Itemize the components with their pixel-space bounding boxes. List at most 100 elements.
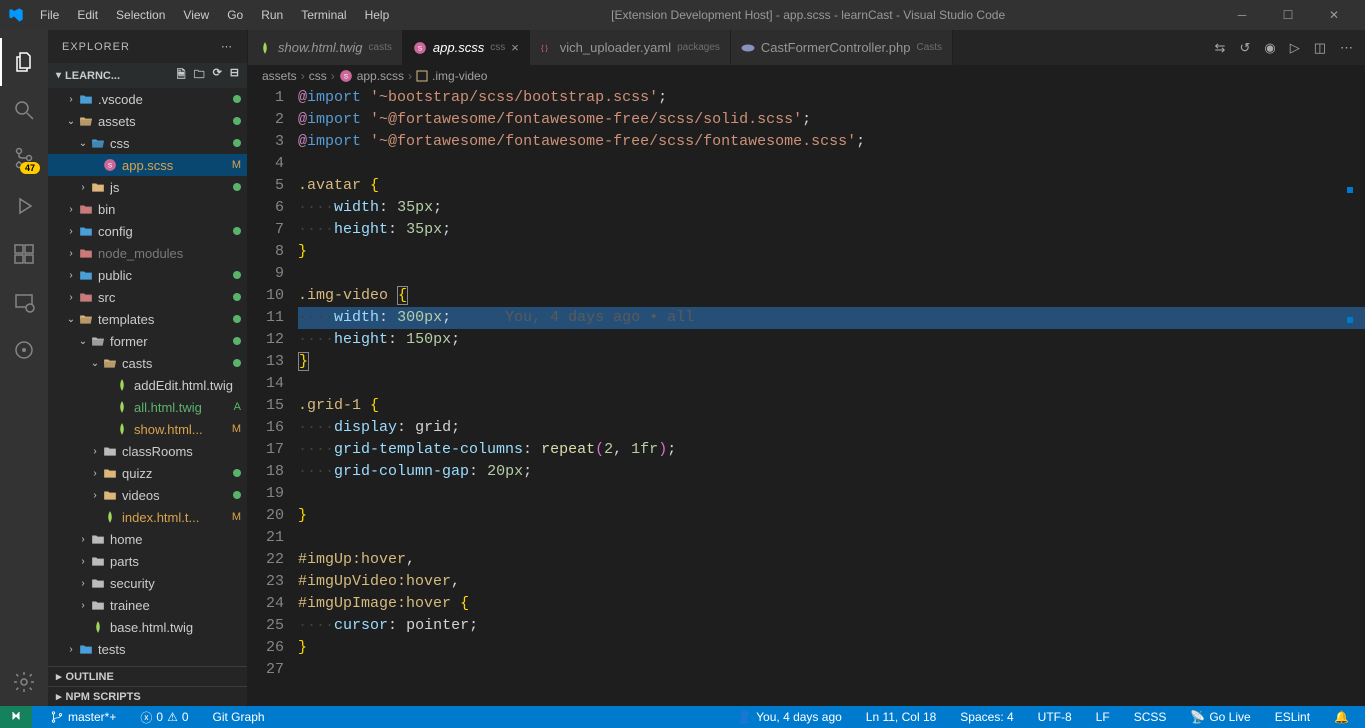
- folder-icon: [78, 312, 94, 326]
- folder-css[interactable]: ⌄css: [48, 132, 247, 154]
- activity-extensions[interactable]: [0, 230, 48, 278]
- folder--vscode[interactable]: ›.vscode: [48, 88, 247, 110]
- gitlens-icon[interactable]: ◉: [1264, 40, 1275, 56]
- sidebar-more-icon[interactable]: ⋯: [221, 40, 233, 53]
- tab-vich_uploader-yaml[interactable]: { }vich_uploader.yamlpackages: [530, 30, 731, 65]
- refresh-icon[interactable]: ⟳: [213, 66, 222, 85]
- git-dot: [233, 271, 241, 279]
- tree-label: classRooms: [122, 444, 241, 459]
- breadcrumb-app.scss[interactable]: app.scss: [357, 69, 404, 83]
- eol[interactable]: LF: [1090, 710, 1116, 724]
- tree-label: src: [98, 290, 229, 305]
- git-dot: [233, 469, 241, 477]
- folder-templates[interactable]: ⌄templates: [48, 308, 247, 330]
- folder-public[interactable]: ›public: [48, 264, 247, 286]
- file-app-scss[interactable]: Sapp.scssM: [48, 154, 247, 176]
- activity-explorer[interactable]: [0, 38, 48, 86]
- more-icon[interactable]: ⋯: [1340, 40, 1353, 56]
- encoding[interactable]: UTF-8: [1032, 710, 1078, 724]
- menu-file[interactable]: File: [32, 4, 67, 26]
- tab-app-scss[interactable]: Sapp.scsscss×: [403, 30, 530, 65]
- folder-assets[interactable]: ⌄assets: [48, 110, 247, 132]
- activity-search[interactable]: [0, 86, 48, 134]
- folder-videos[interactable]: ›videos: [48, 484, 247, 506]
- branch-name: master*+: [68, 710, 116, 724]
- blame-indicator[interactable]: 👤 You, 4 days ago: [731, 710, 848, 724]
- window-close[interactable]: ✕: [1311, 0, 1357, 30]
- npm-section[interactable]: ▸ NPM SCRIPTS: [48, 686, 247, 706]
- chevron-down-icon: ▾: [56, 70, 61, 81]
- folder-quizz[interactable]: ›quizz: [48, 462, 247, 484]
- file-index-html-t-[interactable]: index.html.t...M: [48, 506, 247, 528]
- activity-settings[interactable]: [0, 658, 48, 706]
- activity-remote[interactable]: [0, 278, 48, 326]
- menu-terminal[interactable]: Terminal: [293, 4, 354, 26]
- activity-scm[interactable]: 47: [0, 134, 48, 182]
- outline-section[interactable]: ▸ OUTLINE: [48, 666, 247, 686]
- new-folder-icon[interactable]: 🗀: [194, 66, 205, 85]
- folder-home[interactable]: ›home: [48, 528, 247, 550]
- folder-src[interactable]: ›src: [48, 286, 247, 308]
- breadcrumb[interactable]: assets›css›Sapp.scss›.img-video: [248, 65, 1365, 87]
- remote-indicator[interactable]: [0, 706, 32, 728]
- language-mode[interactable]: SCSS: [1128, 710, 1173, 724]
- tree-label: css: [110, 136, 229, 151]
- window-maximize[interactable]: ☐: [1265, 0, 1311, 30]
- project-section-header[interactable]: ▾ LEARNC... 🗎 🗀 ⟳ ⊟: [48, 63, 247, 88]
- menu-selection[interactable]: Selection: [108, 4, 173, 26]
- tab-show-html-twig[interactable]: show.html.twigcasts: [248, 30, 403, 65]
- eslint-status[interactable]: ESLint: [1269, 710, 1316, 724]
- chevron-right-icon: ›: [64, 204, 78, 215]
- notifications-icon[interactable]: 🔔: [1328, 710, 1355, 724]
- activity-bar: 47: [0, 30, 48, 706]
- file-all-html-twig[interactable]: all.html.twigA: [48, 396, 247, 418]
- folder-icon: [78, 642, 94, 656]
- go-live[interactable]: 📡 Go Live: [1184, 710, 1256, 724]
- menu-go[interactable]: Go: [219, 4, 251, 26]
- compare-icon[interactable]: ⇆: [1215, 40, 1226, 56]
- split-icon[interactable]: ◫: [1314, 40, 1326, 56]
- folder-trainee[interactable]: ›trainee: [48, 594, 247, 616]
- tab-CastFormerController-php[interactable]: CastFormerController.phpCasts: [731, 30, 953, 65]
- cursor-position[interactable]: Ln 11, Col 18: [860, 710, 943, 724]
- folder-node_modules[interactable]: ›node_modules: [48, 242, 247, 264]
- folder-js[interactable]: ›js: [48, 176, 247, 198]
- svg-text:{ }: { }: [541, 45, 548, 52]
- git-graph-button[interactable]: Git Graph: [207, 710, 271, 724]
- breadcrumb-.img-video[interactable]: .img-video: [432, 69, 487, 83]
- menu-help[interactable]: Help: [357, 4, 398, 26]
- error-icon: ⓧ: [140, 709, 152, 726]
- breadcrumb-assets[interactable]: assets: [262, 69, 297, 83]
- folder-config[interactable]: ›config: [48, 220, 247, 242]
- menu-view[interactable]: View: [175, 4, 217, 26]
- activity-debug[interactable]: [0, 182, 48, 230]
- folder-parts[interactable]: ›parts: [48, 550, 247, 572]
- close-icon[interactable]: ×: [511, 40, 519, 55]
- branch-indicator[interactable]: master*+: [44, 710, 122, 724]
- menu-edit[interactable]: Edit: [69, 4, 106, 26]
- new-file-icon[interactable]: 🗎: [177, 66, 186, 85]
- history-icon[interactable]: ↺: [1239, 40, 1250, 56]
- folder-security[interactable]: ›security: [48, 572, 247, 594]
- folder-tests[interactable]: ›tests: [48, 638, 247, 660]
- code-area[interactable]: @import '~bootstrap/scss/bootstrap.scss'…: [298, 87, 1365, 706]
- folder-bin[interactable]: › bin: [48, 198, 247, 220]
- tree-label: bin: [98, 202, 241, 217]
- folder-casts[interactable]: ⌄casts: [48, 352, 247, 374]
- files-icon: [13, 50, 37, 74]
- extensions-icon: [12, 242, 36, 266]
- window-minimize[interactable]: ─: [1219, 0, 1265, 30]
- file-show-html-[interactable]: show.html...M: [48, 418, 247, 440]
- activity-gitlens[interactable]: [0, 326, 48, 374]
- collapse-icon[interactable]: ⊟: [230, 66, 239, 85]
- breadcrumb-css[interactable]: css: [309, 69, 327, 83]
- indentation[interactable]: Spaces: 4: [954, 710, 1019, 724]
- menu-run[interactable]: Run: [253, 4, 291, 26]
- problems-indicator[interactable]: ⓧ0 ⚠0: [134, 709, 194, 726]
- file-base-html-twig[interactable]: base.html.twig: [48, 616, 247, 638]
- folder-classRooms[interactable]: ›classRooms: [48, 440, 247, 462]
- folder-former[interactable]: ⌄former: [48, 330, 247, 352]
- run-icon[interactable]: ▷: [1290, 40, 1300, 56]
- file-addEdit-html-twig[interactable]: addEdit.html.twig: [48, 374, 247, 396]
- editor[interactable]: 1234567891011121314151617181920212223242…: [248, 87, 1365, 706]
